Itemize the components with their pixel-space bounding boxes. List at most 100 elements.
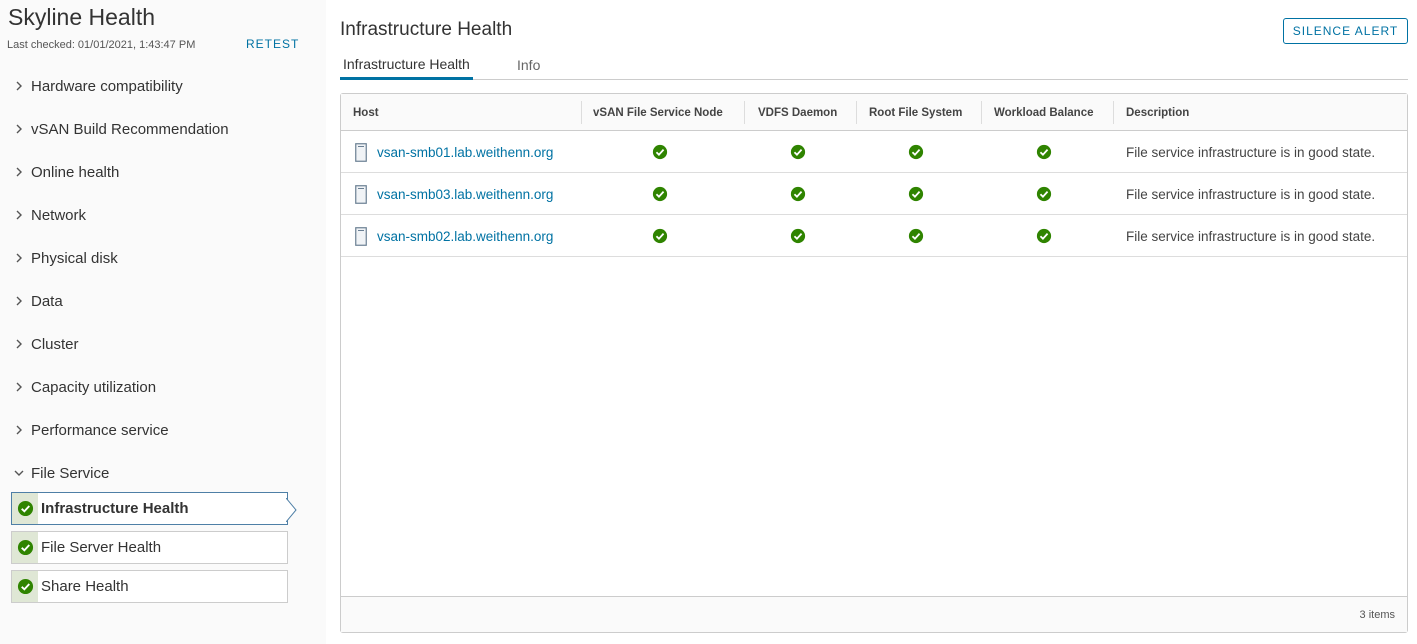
check-circle-icon: [908, 186, 924, 202]
category-physical-disk[interactable]: Physical disk: [12, 247, 118, 269]
category-label: vSAN Build Recommendation: [31, 120, 229, 138]
category-capacity-utilization[interactable]: Capacity utilization: [12, 376, 156, 398]
grid-header: Host vSAN File Service Node VDFS Daemon …: [341, 94, 1407, 131]
balance-status: [1036, 173, 1052, 215]
column-header-host[interactable]: Host: [353, 94, 379, 131]
tab-info[interactable]: Info: [517, 50, 540, 80]
category-performance-service[interactable]: Performance service: [12, 419, 169, 441]
check-circle-icon: [1036, 144, 1052, 160]
balance-status: [1036, 131, 1052, 173]
rootfs-status: [908, 173, 924, 215]
check-share-health[interactable]: Share Health: [11, 570, 288, 603]
host-link[interactable]: vsan-smb03.lab.weithenn.org: [377, 187, 553, 202]
check-circle-icon: [1036, 228, 1052, 244]
category-label: Performance service: [31, 421, 169, 439]
host-cell: vsan-smb03.lab.weithenn.org: [355, 173, 553, 215]
chevron-right-icon: [16, 124, 22, 134]
chevron-right-icon: [16, 296, 22, 306]
chevron-right-icon: [16, 210, 22, 220]
category-network[interactable]: Network: [12, 204, 86, 226]
category-hardware-compatibility[interactable]: Hardware compatibility: [12, 75, 183, 97]
app-title: Skyline Health: [8, 4, 156, 30]
status-stripe: [12, 493, 38, 524]
category-vsan-build-recommendation[interactable]: vSAN Build Recommendation: [12, 118, 229, 140]
host-server-icon: [355, 226, 367, 246]
chevron-right-icon: [16, 81, 22, 91]
detail-panel: Infrastructure Health SILENCE ALERT Infr…: [326, 0, 1417, 644]
check-circle-icon: [17, 578, 33, 595]
last-checked-text: Last checked: 01/01/2021, 1:43:47 PM: [7, 39, 196, 51]
column-separator: [581, 101, 582, 124]
vdfs-status: [790, 173, 806, 215]
balance-status: [1036, 215, 1052, 257]
rootfs-status: [908, 215, 924, 257]
grid-footer: 3 items: [341, 596, 1407, 632]
category-label: Physical disk: [31, 249, 118, 267]
tab-bar: Infrastructure Health Info: [340, 50, 1408, 80]
column-header-vdfs[interactable]: VDFS Daemon: [758, 94, 837, 131]
chevron-right-icon: [16, 339, 22, 349]
host-server-icon: [355, 142, 367, 162]
tab-infrastructure-health[interactable]: Infrastructure Health: [340, 50, 473, 80]
host-link[interactable]: vsan-smb02.lab.weithenn.org: [377, 229, 553, 244]
check-circle-icon: [790, 186, 806, 202]
description-cell: File service infrastructure is in good s…: [1126, 228, 1376, 244]
category-online-health[interactable]: Online health: [12, 161, 119, 183]
chevron-right-icon: [16, 253, 22, 263]
host-link[interactable]: vsan-smb01.lab.weithenn.org: [377, 145, 553, 160]
check-infrastructure-health[interactable]: Infrastructure Health: [11, 492, 288, 525]
check-label: File Server Health: [41, 539, 162, 556]
node-status: [652, 173, 668, 215]
host-cell: vsan-smb01.lab.weithenn.org: [355, 131, 553, 173]
node-status: [652, 215, 668, 257]
category-label: Network: [31, 206, 87, 224]
column-separator: [744, 101, 745, 124]
category-file-service[interactable]: File Service: [12, 462, 109, 484]
check-circle-icon: [17, 539, 33, 556]
host-server-icon: [355, 184, 367, 204]
column-header-balance[interactable]: Workload Balance: [994, 94, 1094, 131]
category-cluster[interactable]: Cluster: [12, 333, 79, 355]
vdfs-status: [790, 215, 806, 257]
category-label: Data: [31, 292, 63, 310]
table-row: vsan-smb02.lab.weithenn.org File service…: [341, 215, 1407, 257]
host-cell: vsan-smb02.lab.weithenn.org: [355, 215, 553, 257]
table-row: vsan-smb03.lab.weithenn.org File service…: [341, 173, 1407, 215]
category-label: Hardware compatibility: [31, 77, 183, 95]
vdfs-status: [790, 131, 806, 173]
category-label: Cluster: [31, 335, 79, 353]
check-circle-icon: [652, 228, 668, 244]
check-label: Infrastructure Health: [41, 500, 189, 517]
chevron-right-icon: [16, 425, 22, 435]
health-sidebar: Skyline Health Last checked: 01/01/2021,…: [0, 0, 326, 644]
chevron-down-icon: [14, 470, 24, 476]
chevron-right-icon: [16, 167, 22, 177]
check-circle-icon: [908, 144, 924, 160]
category-label: Online health: [31, 163, 120, 181]
category-data[interactable]: Data: [12, 290, 63, 312]
column-header-rootfs[interactable]: Root File System: [869, 94, 962, 131]
check-circle-icon: [908, 228, 924, 244]
infrastructure-grid: Host vSAN File Service Node VDFS Daemon …: [340, 93, 1408, 633]
column-separator: [1113, 101, 1114, 124]
column-header-description[interactable]: Description: [1126, 94, 1189, 131]
column-separator: [981, 101, 982, 124]
node-status: [652, 131, 668, 173]
silence-alert-button[interactable]: SILENCE ALERT: [1283, 18, 1408, 44]
category-label: File Service: [31, 464, 110, 482]
check-file-server-health[interactable]: File Server Health: [11, 531, 288, 564]
status-stripe: [12, 571, 38, 602]
rootfs-status: [908, 131, 924, 173]
check-circle-icon: [652, 144, 668, 160]
check-label: Share Health: [41, 578, 129, 595]
description-cell: File service infrastructure is in good s…: [1126, 144, 1376, 160]
column-header-node[interactable]: vSAN File Service Node: [593, 94, 723, 131]
column-separator: [856, 101, 857, 124]
description-cell: File service infrastructure is in good s…: [1126, 186, 1376, 202]
page-title: Infrastructure Health: [340, 19, 513, 40]
retest-button[interactable]: RETEST: [246, 37, 299, 51]
check-circle-icon: [652, 186, 668, 202]
item-count: 3 items: [1359, 609, 1395, 621]
check-circle-icon: [790, 144, 806, 160]
category-label: Capacity utilization: [31, 378, 157, 396]
